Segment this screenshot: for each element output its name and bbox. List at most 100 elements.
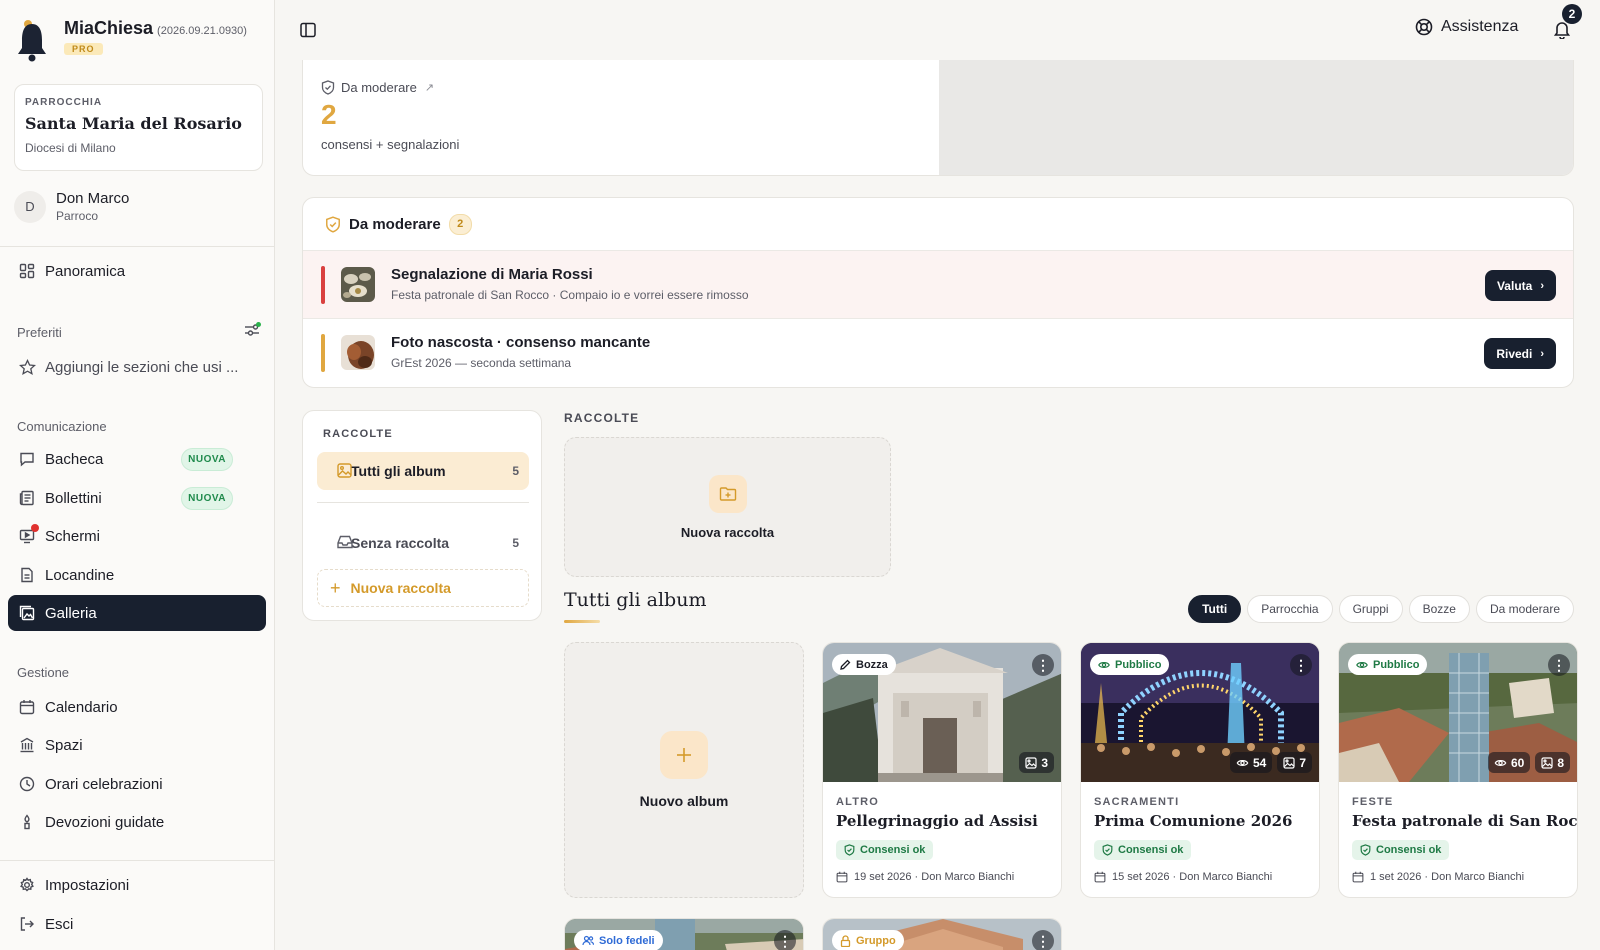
stat-value: 2 (321, 99, 337, 130)
new-collection-tile[interactable]: Nuova raccolta (564, 437, 891, 577)
heading-underline (564, 620, 600, 623)
external-link-icon[interactable]: ↗ (425, 81, 434, 94)
status-label: Pubblico (1115, 658, 1162, 671)
inbox-icon (337, 535, 353, 552)
calendar-icon (836, 871, 848, 883)
moderation-item-subtitle: GrEst 2026 — seconda settimana (391, 356, 572, 370)
album-cover: Pubblico ⋮ 54 7 (1081, 643, 1319, 782)
moderation-item[interactable]: Segnalazione di Maria Rossi Festa patron… (303, 251, 1573, 319)
star-icon (18, 358, 36, 376)
more-menu-icon[interactable]: ⋮ (1290, 654, 1312, 676)
nav-label: Bacheca (45, 450, 104, 468)
parish-card[interactable]: PARROCCHIA Santa Maria del Rosario Dioce… (14, 84, 263, 171)
nav-item-locandine[interactable]: Locandine (8, 557, 266, 593)
more-menu-icon[interactable]: ⋮ (1548, 654, 1570, 676)
sidebar-toggle-icon[interactable] (299, 21, 317, 42)
moderation-item-title: Segnalazione di Maria Rossi (391, 266, 593, 283)
album-status-badge: Bozza (832, 654, 896, 675)
filter-chip-bozze[interactable]: Bozze (1408, 595, 1470, 623)
status-label: Bozza (856, 658, 888, 671)
newspaper-icon (18, 489, 36, 507)
status-label: Solo fedeli (599, 934, 655, 947)
calendar-icon (18, 698, 36, 716)
button-label: Nuova raccolta (350, 580, 451, 596)
nav-label: Impostazioni (45, 876, 130, 894)
collections-divider (317, 502, 529, 503)
moderation-title: Da moderare (349, 215, 441, 233)
filter-chip-gruppi[interactable]: Gruppi (1338, 595, 1403, 623)
album-meta: 1 set 2026 · Don Marco Bianchi (1352, 871, 1567, 883)
album-cover-stats: 60 8 (1487, 752, 1570, 773)
brand[interactable]: MiaChiesa (2026.09.21.0930) PRO (16, 18, 247, 62)
logout-icon (18, 915, 36, 933)
nav-item-schermi[interactable]: Schermi (8, 518, 266, 554)
new-badge: NUOVA (181, 447, 233, 471)
view-count-value: 60 (1510, 755, 1525, 770)
pencil-icon (840, 659, 851, 670)
collection-label: Tutti gli album (351, 463, 446, 479)
nav-item-spazi[interactable]: Spazi (8, 727, 266, 763)
album-title: Prima Comunione 2026 (1094, 812, 1293, 830)
help-label: Assistenza (1441, 18, 1519, 35)
collection-all-albums[interactable]: Tutti gli album 5 (317, 452, 529, 490)
album-cover-stats: 54 7 (1229, 752, 1312, 773)
help-button[interactable]: Assistenza (1415, 18, 1518, 36)
bell-logo-icon (16, 18, 50, 62)
more-menu-icon[interactable]: ⋮ (1032, 930, 1054, 950)
nav-item-galleria[interactable]: Galleria (8, 595, 266, 631)
consent-badge: Consensi ok (1094, 840, 1192, 860)
nav-item-impostazioni[interactable]: Impostazioni (8, 867, 266, 903)
collection-count: 5 (512, 536, 519, 550)
nav-item-esci[interactable]: Esci (8, 906, 266, 942)
more-menu-icon[interactable]: ⋮ (1032, 654, 1054, 676)
parish-kicker: PARROCCHIA (25, 97, 103, 108)
collections-kicker: RACCOLTE (323, 428, 393, 440)
view-count: 60 (1487, 752, 1531, 773)
nav-item-orari[interactable]: Orari celebrazioni (8, 766, 266, 802)
collection-count: 5 (512, 464, 519, 478)
more-menu-icon[interactable]: ⋮ (774, 930, 796, 950)
nav-item-devozioni[interactable]: Devozioni guidate (8, 804, 266, 840)
nav-item-bacheca[interactable]: Bacheca NUOVA (8, 441, 266, 477)
filter-chip-tutti[interactable]: Tutti (1188, 595, 1242, 623)
album-card[interactable]: Pubblico ⋮ 54 7 SACRAMENTI Prima Comunio… (1080, 642, 1320, 898)
evaluate-button[interactable]: Valuta › (1484, 270, 1556, 301)
moderation-item-subtitle: Festa patronale di San Rocco · Compaio i… (391, 288, 749, 302)
moderation-stat-card[interactable]: Da moderare ↗ 2 consensi + segnalazioni (302, 60, 1574, 176)
album-meta-text: 1 set 2026 · Don Marco Bianchi (1370, 871, 1525, 883)
album-card[interactable]: Bozza ⋮ 3 ALTRO Pellegrinaggio ad Assisi… (822, 642, 1062, 898)
report-thumbnail (341, 267, 375, 302)
album-card[interactable]: Pubblico ⋮ 60 8 FESTE Festa patronale di… (1338, 642, 1578, 898)
filter-chip-da-moderare[interactable]: Da moderare (1475, 595, 1574, 623)
nav-label: Panoramica (45, 262, 126, 280)
album-card[interactable]: Gruppo ⋮ (822, 918, 1062, 950)
nav-label: Schermi (45, 527, 101, 545)
eye-icon (1098, 660, 1110, 670)
topbar: Assistenza 2 (275, 0, 1600, 60)
alert-dot (31, 524, 39, 532)
main-collections-kicker: RACCOLTE (564, 411, 640, 425)
consent-label: Consensi ok (1118, 844, 1184, 856)
photo-thumbnail (341, 335, 375, 370)
photo-count: 7 (1277, 752, 1312, 773)
moderation-header: Da moderare 2 (303, 198, 1573, 251)
moderation-item[interactable]: Foto nascosta · consenso mancante GrEst … (303, 319, 1573, 387)
user-profile[interactable]: D Don Marco Parroco (14, 190, 129, 223)
filter-chip-parrocchia[interactable]: Parrocchia (1247, 595, 1333, 623)
review-button[interactable]: Rivedi › (1484, 338, 1556, 369)
eye-icon (1356, 660, 1368, 670)
nav-item-panoramica[interactable]: Panoramica (8, 253, 266, 289)
nav-item-bollettini[interactable]: Bollettini NUOVA (8, 480, 266, 516)
favorites-settings-icon[interactable] (244, 322, 262, 341)
new-album-tile[interactable]: Nuovo album (564, 642, 804, 898)
status-label: Pubblico (1373, 658, 1420, 671)
photo-count-value: 7 (1299, 755, 1306, 770)
priority-bar (321, 334, 325, 372)
collection-uncategorized[interactable]: Senza raccolta 5 (317, 524, 529, 562)
nav-item-calendario[interactable]: Calendario (8, 689, 266, 725)
nav-item-add-favorites[interactable]: Aggiungi le sezioni che usi ... (8, 349, 266, 385)
album-category: FESTE (1352, 796, 1394, 808)
avatar: D (14, 190, 46, 223)
new-collection-button[interactable]: + Nuova raccolta (317, 569, 529, 607)
album-card[interactable]: Solo fedeli ⋮ (564, 918, 804, 950)
